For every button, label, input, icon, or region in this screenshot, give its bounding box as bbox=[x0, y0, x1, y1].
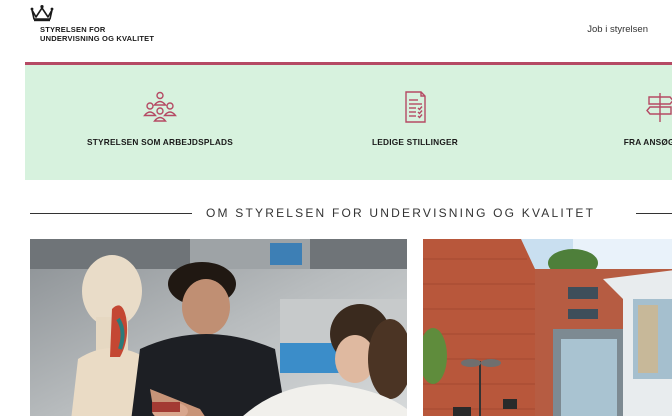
nav-label-workplace: STYRELSEN SOM ARBEJDSPLADS bbox=[87, 137, 233, 147]
section-title: OM STYRELSEN FOR UNDERVISNING OG KVALITE… bbox=[206, 206, 596, 220]
card-building-photo[interactable] bbox=[423, 239, 672, 416]
heading-rule-right bbox=[636, 213, 672, 214]
site-logo[interactable]: STYRELSEN FOR UNDERVISNING OG KVALITET bbox=[30, 4, 154, 43]
nav-label-vacancies: LEDIGE STILLINGER bbox=[372, 137, 458, 147]
signpost-icon bbox=[646, 93, 672, 122]
nav-band: STYRELSEN SOM ARBEJDSPLADS LEDIGE STILLI… bbox=[25, 62, 672, 180]
building-exterior-photo bbox=[423, 239, 672, 416]
nav-label-application: FRA ANSØGNING bbox=[623, 137, 672, 147]
heading-rule-left bbox=[30, 213, 192, 214]
card-students-photo[interactable] bbox=[30, 239, 407, 416]
people-group-icon bbox=[143, 91, 177, 122]
crown-icon bbox=[30, 5, 54, 22]
page: STYRELSEN FOR UNDERVISNING OG KVALITET J… bbox=[0, 0, 672, 416]
section-heading: OM STYRELSEN FOR UNDERVISNING OG KVALITE… bbox=[30, 203, 672, 223]
students-anatomy-model-photo bbox=[30, 239, 407, 416]
nav-item-workplace[interactable]: STYRELSEN SOM ARBEJDSPLADS bbox=[65, 65, 255, 180]
job-link[interactable]: Job i styrelsen bbox=[587, 24, 648, 35]
logo-line-1: STYRELSEN FOR bbox=[40, 25, 106, 34]
nav-item-vacancies[interactable]: LEDIGE STILLINGER bbox=[325, 65, 505, 180]
job-document-icon bbox=[405, 91, 426, 123]
site-header: STYRELSEN FOR UNDERVISNING OG KVALITET J… bbox=[0, 0, 672, 64]
nav-item-application[interactable]: FRA ANSØGNING bbox=[565, 65, 672, 180]
logo-line-2: UNDERVISNING OG KVALITET bbox=[40, 34, 155, 43]
